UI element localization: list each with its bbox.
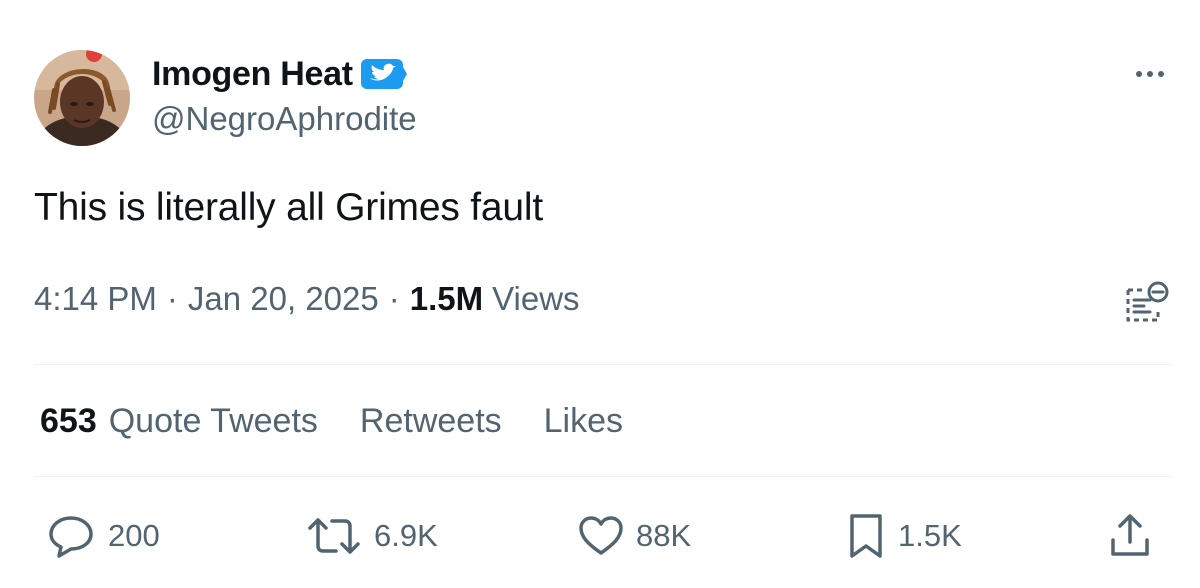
- handle[interactable]: @NegroAphrodite: [152, 100, 417, 138]
- tweet-date[interactable]: Jan 20, 2025: [188, 280, 379, 318]
- meta-separator: ·: [166, 280, 178, 317]
- more-horizontal-icon[interactable]: [1128, 62, 1172, 86]
- translate-icon[interactable]: [1122, 278, 1170, 326]
- author-block: Imogen Heat @NegroAphrodite: [152, 54, 417, 138]
- bookmark-button[interactable]: 1.5K: [846, 510, 962, 562]
- bookmark-count: 1.5K: [898, 518, 962, 553]
- more-dot: [1158, 71, 1164, 77]
- more-dot: [1136, 71, 1142, 77]
- reply-button[interactable]: 200: [46, 510, 160, 562]
- tweet-text: This is literally all Grimes fault: [34, 186, 543, 229]
- quote-tweets-count[interactable]: 653: [40, 402, 97, 441]
- like-count: 88K: [636, 518, 692, 553]
- likes-link[interactable]: Likes: [544, 402, 623, 441]
- reply-count: 200: [108, 518, 160, 553]
- retweet-icon: [308, 518, 360, 554]
- share-icon: [1111, 514, 1149, 556]
- avatar[interactable]: [34, 50, 130, 146]
- engagement-stats: 653 Quote Tweets Retweets Likes: [40, 402, 623, 441]
- quote-tweets-link[interactable]: Quote Tweets: [109, 402, 318, 441]
- tweet-meta: 4:14 PM · Jan 20, 2025 · 1.5M Views: [34, 280, 580, 318]
- display-name-row: Imogen Heat: [152, 54, 417, 94]
- retweet-button[interactable]: 6.9K: [306, 510, 438, 562]
- tweet-card: Imogen Heat @NegroAphrodite This is lite…: [0, 0, 1200, 588]
- avatar-image: [34, 50, 130, 146]
- retweets-link[interactable]: Retweets: [360, 402, 502, 441]
- display-name[interactable]: Imogen Heat: [152, 55, 353, 94]
- retweet-count: 6.9K: [374, 518, 438, 553]
- meta-separator: ·: [388, 280, 400, 317]
- bookmark-icon: [850, 514, 882, 558]
- heart-icon: [579, 516, 623, 555]
- views-label: Views: [492, 280, 580, 317]
- tweet-time[interactable]: 4:14 PM: [34, 280, 157, 318]
- more-dot: [1147, 71, 1153, 77]
- reply-icon: [49, 516, 93, 558]
- share-button[interactable]: [1108, 510, 1152, 562]
- views-count: 1.5M: [409, 280, 484, 317]
- verified-badge-icon[interactable]: [359, 57, 409, 91]
- divider: [34, 364, 1172, 365]
- like-button[interactable]: 88K: [578, 510, 691, 562]
- divider: [34, 476, 1172, 477]
